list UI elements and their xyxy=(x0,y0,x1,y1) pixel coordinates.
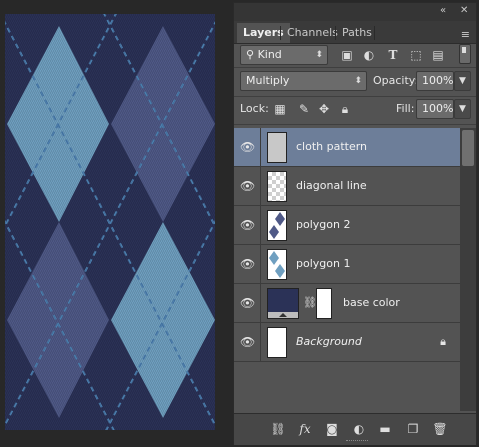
fill-label: Fill: xyxy=(396,102,415,115)
layer-row-polygon-2[interactable]: 👁︎ polygon 2 xyxy=(234,206,460,245)
type-filter-icon[interactable]: T xyxy=(386,48,400,62)
lock-image-pixels-icon[interactable]: ✎ xyxy=(297,102,311,116)
shape-filter-icon[interactable]: ⬚ xyxy=(409,48,423,62)
document-canvas[interactable] xyxy=(5,14,215,430)
visibility-eye-icon[interactable]: 👁︎ xyxy=(240,140,255,154)
adjustment-filter-icon[interactable]: ◐ xyxy=(362,48,376,62)
search-icon: ⚲ xyxy=(246,48,255,61)
close-panel-icon[interactable]: ✕ xyxy=(460,5,468,16)
new-layer-icon[interactable]: ❐ xyxy=(405,421,421,437)
layer-thumbnail xyxy=(267,210,287,241)
visibility-eye-icon[interactable]: 👁︎ xyxy=(240,218,255,232)
layer-row-background[interactable]: 👁︎ Background 🔒︎ xyxy=(234,323,460,362)
layer-row-diagonal-line[interactable]: 👁︎ diagonal line xyxy=(234,167,460,206)
layer-thumbnail xyxy=(267,171,287,202)
add-mask-icon[interactable]: ◙ xyxy=(324,421,340,437)
opacity-dropdown-button[interactable]: ▼ xyxy=(454,71,471,91)
opacity-input[interactable]: 100% xyxy=(416,71,454,91)
panel-resize-grip[interactable] xyxy=(346,440,368,444)
layer-thumbnail xyxy=(267,249,287,280)
adjustment-layer-icon[interactable]: ◐ xyxy=(351,421,367,437)
layer-name: Background xyxy=(296,335,362,348)
new-group-icon[interactable]: ▬ xyxy=(377,421,393,437)
blend-mode-value: Multiply xyxy=(246,74,290,87)
visibility-eye-icon[interactable]: 👁︎ xyxy=(240,179,255,193)
filter-toggle[interactable] xyxy=(459,44,471,64)
chevron-updown-icon: ⬍ xyxy=(315,50,323,60)
tab-paths[interactable]: Paths xyxy=(336,23,378,43)
blend-mode-select[interactable]: Multiply ⬍ xyxy=(240,71,367,91)
visibility-eye-icon[interactable]: 👁︎ xyxy=(240,335,255,349)
filter-kind-select[interactable]: ⚲ Kind ⬍ xyxy=(240,45,328,65)
link-layers-icon[interactable]: ⛓ xyxy=(270,421,286,437)
smart-object-filter-icon[interactable]: ▤ xyxy=(431,48,445,62)
chevron-updown-icon: ⬍ xyxy=(354,76,362,86)
collapse-panel-icon[interactable]: « xyxy=(440,5,446,16)
lock-transparent-pixels-icon[interactable]: ▦ xyxy=(273,102,287,116)
opacity-label: Opacity: xyxy=(373,74,419,87)
lock-position-icon[interactable]: ✥ xyxy=(317,102,331,116)
layer-row-base-color[interactable]: 👁︎ ⛓ base color xyxy=(234,284,460,323)
lock-label: Lock: xyxy=(240,102,269,115)
fill-dropdown-button[interactable]: ▼ xyxy=(454,99,471,119)
layers-bottom-toolbar: ⛓ fx ◙ ◐ ▬ ❐ 🗑︎ xyxy=(234,413,476,445)
layers-panel: « ✕ Layers Channels Paths ≡ ⚲ Kind ⬍ ▣ ◐… xyxy=(233,2,477,445)
image-filter-icon[interactable]: ▣ xyxy=(340,48,354,62)
layer-name: polygon 1 xyxy=(296,257,351,270)
layer-name: polygon 2 xyxy=(296,218,351,231)
visibility-eye-icon[interactable]: 👁︎ xyxy=(240,296,255,310)
layer-thumbnail xyxy=(267,327,287,358)
chain-link-icon[interactable]: ⛓ xyxy=(303,296,317,309)
layer-name: diagonal line xyxy=(296,179,367,192)
lock-all-icon[interactable]: 🔒︎ xyxy=(338,102,352,116)
layer-name: base color xyxy=(343,296,400,309)
delete-layer-icon[interactable]: 🗑︎ xyxy=(432,421,448,437)
layer-row-polygon-1[interactable]: 👁︎ polygon 1 xyxy=(234,245,460,284)
fx-icon[interactable]: fx xyxy=(297,421,313,437)
filter-kind-value: Kind xyxy=(257,48,282,61)
panel-title-bar: « ✕ xyxy=(234,3,476,21)
layer-thumbnail xyxy=(267,132,287,163)
fill-layer-thumbnail xyxy=(267,288,299,319)
layer-lock-icon: 🔒︎ xyxy=(440,335,446,348)
layers-list: 👁︎ cloth pattern 👁︎ diagonal line 👁︎ pol… xyxy=(234,128,460,411)
layer-mask-thumbnail[interactable] xyxy=(316,288,332,319)
layer-name: cloth pattern xyxy=(296,140,368,153)
fill-input[interactable]: 100% xyxy=(416,99,454,119)
visibility-eye-icon[interactable]: 👁︎ xyxy=(240,257,255,271)
panel-menu-icon[interactable]: ≡ xyxy=(461,28,470,41)
layers-scrollbar[interactable] xyxy=(460,128,476,411)
argyle-artwork xyxy=(5,14,215,430)
scrollbar-thumb[interactable] xyxy=(462,130,474,166)
layer-row-cloth-pattern[interactable]: 👁︎ cloth pattern xyxy=(234,128,460,167)
panel-tab-bar: Layers Channels Paths xyxy=(234,21,476,44)
